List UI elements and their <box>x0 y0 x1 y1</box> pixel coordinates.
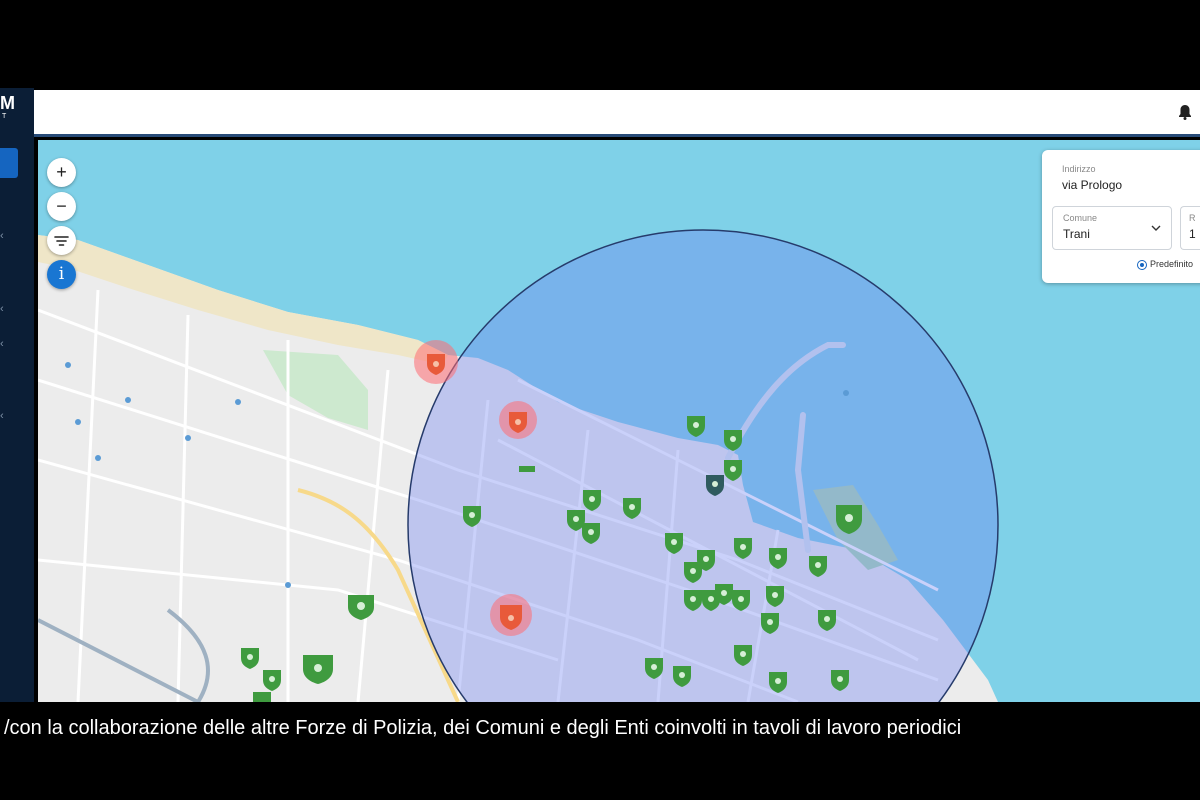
sidebar: M T ‹ ‹ ‹ ‹ <box>0 88 34 702</box>
red-marker[interactable] <box>414 340 458 384</box>
address-label: Indirizzo <box>1062 164 1096 174</box>
comune-label: Comune <box>1063 213 1098 223</box>
map-canvas[interactable] <box>38 140 1200 702</box>
info-button[interactable]: i <box>47 260 76 289</box>
sidebar-item-active[interactable] <box>0 148 18 178</box>
predefinito-label: Predefinito <box>1150 259 1194 269</box>
filter-button[interactable] <box>47 226 76 255</box>
chevron-icon[interactable]: ‹ <box>0 338 8 350</box>
search-panel: Indirizzo via Prologo Comune Trani R 1 P… <box>1042 150 1200 283</box>
red-marker[interactable] <box>490 594 532 636</box>
zoom-out-button[interactable]: − <box>47 192 76 221</box>
red-marker[interactable] <box>499 401 537 439</box>
chevron-icon[interactable]: ‹ <box>0 230 8 242</box>
chevron-icon[interactable]: ‹ <box>0 410 8 422</box>
raggio-label: R <box>1189 213 1196 223</box>
video-subtitle: /con la collaborazione delle altre Forze… <box>4 717 962 739</box>
bell-icon[interactable] <box>1178 104 1192 120</box>
chevron-icon[interactable]: ‹ <box>0 303 8 315</box>
map-view[interactable]: + − i Indirizzo via Prologo Comune Trani… <box>38 140 1200 702</box>
top-bar <box>34 90 1200 137</box>
comune-select[interactable]: Comune Trani <box>1052 206 1172 250</box>
chevron-down-icon <box>1151 225 1161 231</box>
comune-value: Trani <box>1063 227 1090 241</box>
green-marker[interactable] <box>519 466 535 472</box>
address-input[interactable]: via Prologo <box>1062 178 1122 192</box>
green-marker[interactable] <box>253 692 271 702</box>
raggio-value: 1 <box>1189 227 1196 241</box>
app-window: M T ‹ ‹ ‹ ‹ + − i Indirizzo via Prologo … <box>0 88 1200 702</box>
zoom-in-button[interactable]: + <box>47 158 76 187</box>
predefinito-radio[interactable] <box>1137 260 1147 270</box>
filter-icon <box>54 236 69 246</box>
raggio-input[interactable]: R 1 <box>1180 206 1200 250</box>
app-logo: M T <box>0 94 22 124</box>
logo-subtext: T <box>2 113 7 120</box>
logo-letter: M <box>0 93 15 113</box>
